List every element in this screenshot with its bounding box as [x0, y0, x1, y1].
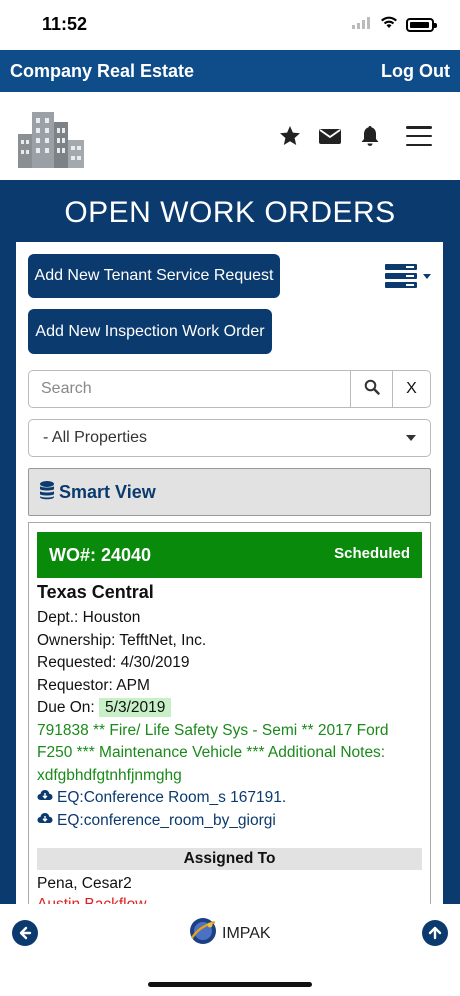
status-bar: 11:52: [0, 0, 460, 50]
status-badge: Scheduled: [334, 545, 410, 562]
cloud-download-icon: [37, 787, 53, 810]
list-view-toggle[interactable]: [385, 264, 431, 288]
work-order-number: WO#: 24040: [49, 545, 152, 565]
building-logo-icon[interactable]: [16, 104, 86, 168]
back-arrow-icon[interactable]: [12, 920, 38, 946]
due-label: Due On:: [37, 699, 95, 716]
requestor: Requestor: APM: [37, 676, 150, 694]
wifi-icon: [380, 16, 398, 34]
star-icon[interactable]: [278, 124, 302, 148]
bell-icon[interactable]: [358, 124, 382, 148]
equipment-link[interactable]: EQ:Conference Room_s 167191.: [37, 787, 427, 810]
home-indicator: [148, 982, 312, 987]
chevron-down-icon: [423, 273, 431, 279]
bottom-bar: IMPAK: [0, 904, 460, 996]
status-time: 11:52: [42, 14, 88, 34]
assignee-company: Austin Backflow: [37, 894, 146, 904]
database-icon: [39, 480, 55, 505]
property-select-value: - All Properties: [43, 429, 148, 446]
search-input[interactable]: [28, 370, 351, 408]
requested-date: Requested: 4/30/2019: [37, 654, 190, 671]
signal-icon: [352, 16, 372, 34]
assigned-to-header: Assigned To: [37, 848, 422, 870]
page-title: OPEN WORK ORDERS: [64, 196, 396, 229]
smart-view-label: Smart View: [59, 481, 156, 502]
ownership: Ownership: TefftNet, Inc.: [37, 631, 207, 649]
battery-icon: [406, 18, 437, 32]
add-inspection-work-order-button[interactable]: Add New Inspection Work Order: [28, 309, 272, 354]
impak-label: IMPAK: [222, 924, 271, 942]
due-on: Due On: 5/3/2019: [37, 697, 427, 720]
menu-icon[interactable]: [406, 126, 432, 146]
equipment-link-label: EQ:conference_room_by_giorgi: [57, 811, 276, 829]
work-order-description: 791838 ** Fire/ Life Safety Sys - Semi *…: [37, 721, 389, 784]
company-name: Company Real Estate: [10, 61, 195, 81]
app-header: [0, 92, 460, 180]
work-order-card: WO#: 24040 Scheduled Texas Central Dept.…: [28, 522, 431, 904]
smart-view-toggle[interactable]: Smart View: [28, 468, 431, 516]
header-icons: [278, 124, 432, 148]
logout-link[interactable]: Log Out: [381, 61, 450, 82]
property-select[interactable]: - All Properties: [28, 419, 431, 457]
equipment-link[interactable]: EQ:conference_room_by_giorgi: [37, 810, 427, 833]
due-date: 5/3/2019: [99, 698, 172, 717]
assignee-name: Pena, Cesar2: [37, 875, 132, 892]
impak-brand[interactable]: IMPAK: [188, 916, 271, 951]
search-icon: [364, 379, 380, 400]
work-order-details: Texas Central Dept.: Houston Ownership: …: [37, 581, 427, 832]
clear-search-button[interactable]: X: [393, 370, 431, 408]
search-button[interactable]: [351, 370, 393, 408]
work-order-header[interactable]: WO#: 24040 Scheduled: [37, 532, 422, 578]
cloud-download-icon: [37, 810, 53, 833]
scroll-up-arrow-icon[interactable]: [422, 920, 448, 946]
department: Dept.: Houston: [37, 609, 141, 626]
property-name: Texas Central: [37, 582, 154, 602]
equipment-link-label: EQ:Conference Room_s 167191.: [57, 789, 287, 806]
list-view-icon: [385, 264, 417, 288]
add-tenant-service-request-button[interactable]: Add New Tenant Service Request: [28, 254, 280, 298]
top-bar: Company Real Estate Log Out: [0, 50, 460, 92]
search-bar: X: [28, 370, 431, 408]
content-panel: Add New Tenant Service Request Add New I…: [16, 242, 443, 904]
envelope-icon[interactable]: [318, 124, 342, 148]
dropdown-caret-icon: [406, 435, 416, 441]
status-icons: [352, 16, 437, 34]
impak-logo-icon: [188, 916, 218, 951]
